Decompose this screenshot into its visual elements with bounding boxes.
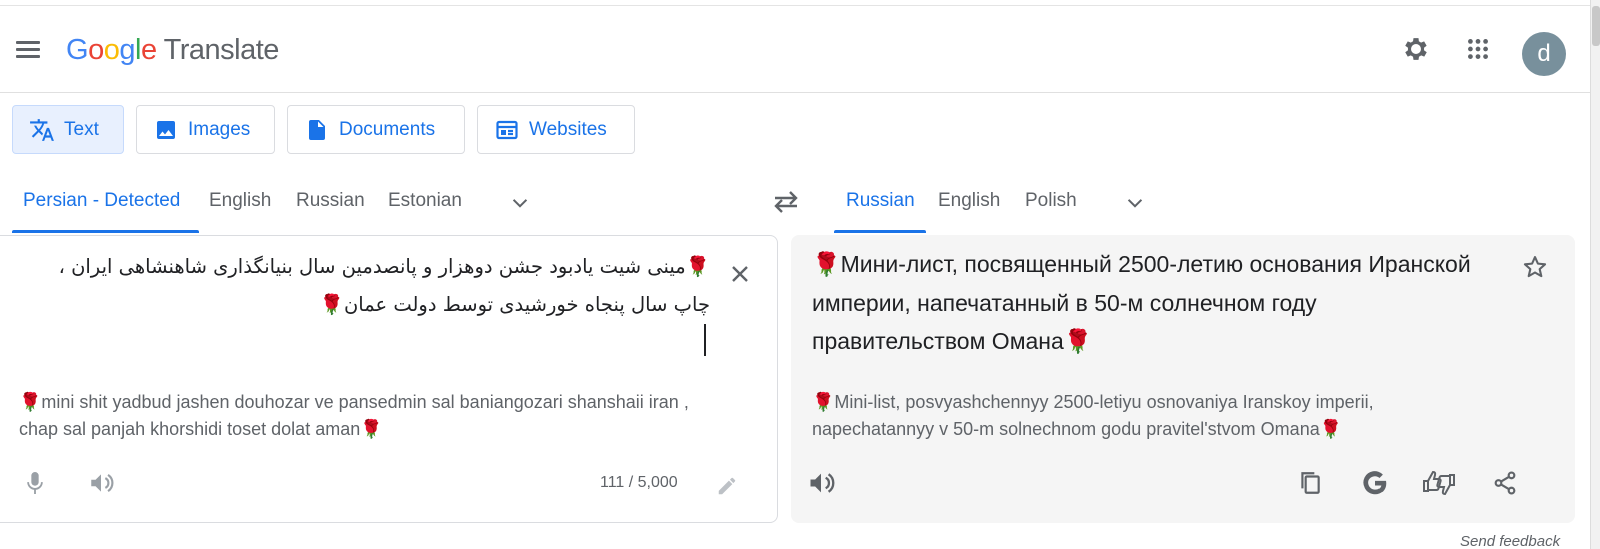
mode-documents-label: Documents: [339, 118, 436, 140]
microphone-icon[interactable]: [15, 463, 55, 503]
mode-documents-button[interactable]: Documents: [287, 105, 465, 154]
source-lang-english[interactable]: English: [209, 190, 271, 212]
rose-emoji: 🌹: [319, 293, 344, 316]
swap-languages-icon[interactable]: [768, 186, 804, 218]
document-icon: [304, 117, 330, 143]
target-more-languages-chevron-down-icon[interactable]: [1120, 188, 1150, 218]
source-listen-speaker-icon[interactable]: [81, 463, 121, 503]
translation-transliteration: 🌹Mini-list, posvyashchennyy 2500-letiyu …: [812, 392, 1374, 440]
clear-source-close-icon[interactable]: [720, 254, 760, 294]
product-name: Translate: [163, 34, 280, 66]
mode-text-button[interactable]: Text: [12, 105, 124, 154]
source-lang-active-indicator: [12, 230, 199, 233]
source-lang-persian-detected[interactable]: Persian - Detected: [23, 190, 180, 212]
text-cursor: [704, 324, 706, 356]
save-translation-star-icon[interactable]: [1515, 247, 1555, 287]
main-menu-icon[interactable]: [13, 34, 43, 64]
image-icon: [153, 117, 179, 143]
app-header: Google Translate d: [0, 6, 1590, 93]
character-count: 111 / 5,000: [600, 474, 678, 491]
send-feedback-link[interactable]: Send feedback: [1460, 533, 1560, 549]
mode-websites-label: Websites: [529, 118, 607, 140]
edit-pencil-icon[interactable]: [707, 466, 747, 506]
share-translation-icon[interactable]: [1485, 463, 1525, 503]
google-lens-g-icon[interactable]: [1355, 463, 1395, 503]
google-translate-logo[interactable]: Google Translate: [66, 30, 279, 70]
translation-listen-speaker-icon[interactable]: [801, 463, 841, 503]
translation-text-value: Мини-лист, посвященный 2500-летию основа…: [812, 251, 1471, 354]
copy-translation-icon[interactable]: [1290, 463, 1330, 503]
apps-icon[interactable]: [1458, 29, 1498, 69]
translation-panel: 🌹Мини-лист, посвященный 2500-летию основ…: [791, 235, 1575, 523]
settings-icon[interactable]: [1396, 29, 1436, 69]
target-lang-polish[interactable]: Polish: [1025, 190, 1077, 212]
target-lang-russian[interactable]: Russian: [846, 190, 915, 212]
target-lang-english[interactable]: English: [938, 190, 1000, 212]
source-lang-russian[interactable]: Russian: [296, 190, 365, 212]
rose-emoji: 🌹: [685, 255, 710, 278]
mode-websites-button[interactable]: Websites: [477, 105, 635, 154]
mode-images-button[interactable]: Images: [136, 105, 275, 154]
scrollbar-thumb[interactable]: [1592, 6, 1600, 46]
mode-images-label: Images: [188, 118, 251, 140]
account-avatar[interactable]: d: [1522, 32, 1566, 76]
source-transliteration: 🌹mini shit yadbud jashen douhozar ve pan…: [19, 392, 689, 440]
translate-icon: [29, 117, 55, 143]
page-scrollbar[interactable]: [1590, 0, 1600, 549]
target-lang-active-indicator: [834, 230, 926, 233]
source-text-value: مینی شیت یادبود جشن دوهزار و پانصدمین سا…: [58, 255, 710, 316]
source-text-panel: 🌹مینی شیت یادبود جشن دوهزار و پانصدمین س…: [0, 235, 778, 523]
source-more-languages-chevron-down-icon[interactable]: [505, 188, 535, 218]
source-lang-estonian[interactable]: Estonian: [388, 190, 462, 212]
website-icon: [494, 117, 520, 143]
translation-output[interactable]: 🌹Мини-лист, посвященный 2500-летию основ…: [812, 245, 1492, 361]
mode-text-label: Text: [64, 118, 99, 140]
source-text-input[interactable]: 🌹مینی شیت یادبود جشن دوهزار و پانصدمین س…: [18, 248, 710, 324]
rate-translation-thumbs-icon[interactable]: [1419, 463, 1459, 503]
